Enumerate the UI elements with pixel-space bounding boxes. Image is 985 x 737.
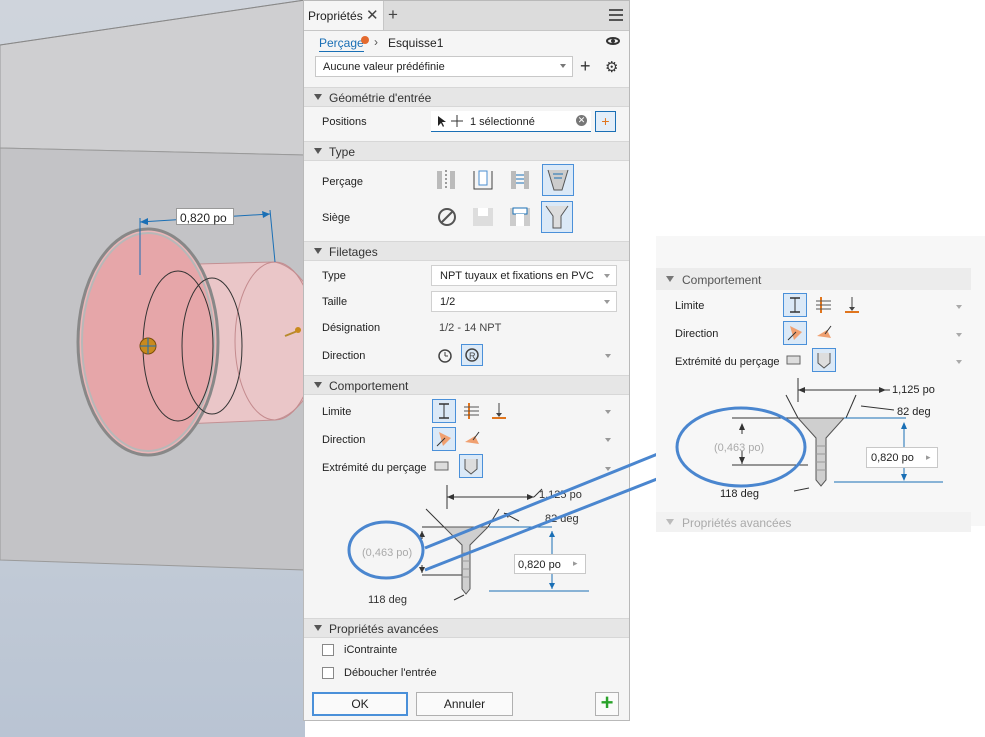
zoom-direction-default-icon [783,321,807,345]
chevron-down-icon [956,360,962,364]
zoom-callout: Comportement Limite Direction Extrémité … [656,236,985,536]
zoom-to-face-icon [813,294,835,316]
collapse-icon [666,519,674,525]
zoom-depth-dimension: 1,125 po [892,384,935,396]
collapse-icon [666,276,674,282]
zoom-section-behavior: Comportement [656,268,971,290]
zoom-length-input: 0,820 po ▸ [866,447,938,468]
zoom-direction-label: Direction [675,328,719,340]
zoom-advanced-title: Propriétés avancées [682,516,792,530]
zoom-flat-end-icon [785,351,803,369]
zoom-hole-diagram [675,378,943,492]
zoom-section-title: Comportement [682,273,762,287]
zoom-length-value: 0,820 po [871,452,914,464]
zoom-countersink-dimension: (0,463 po) [714,442,765,454]
chevron-down-icon [956,333,962,337]
zoom-angled-end-icon [812,348,836,372]
arrow-right-icon: ▸ [926,452,931,462]
zoom-tip-angle-dimension: 118 deg [720,488,759,500]
zoom-end-label: Extrémité du perçage [675,356,780,368]
zoom-direction-flip-icon [813,322,835,344]
zoom-limit-label: Limite [675,300,705,312]
zoom-through-icon [841,294,863,316]
zoom-section-advanced: Propriétés avancées [656,512,971,532]
zoom-distance-limit-icon [783,293,807,317]
chevron-down-icon [956,305,962,309]
zoom-angle-dimension: 82 deg [897,406,931,418]
